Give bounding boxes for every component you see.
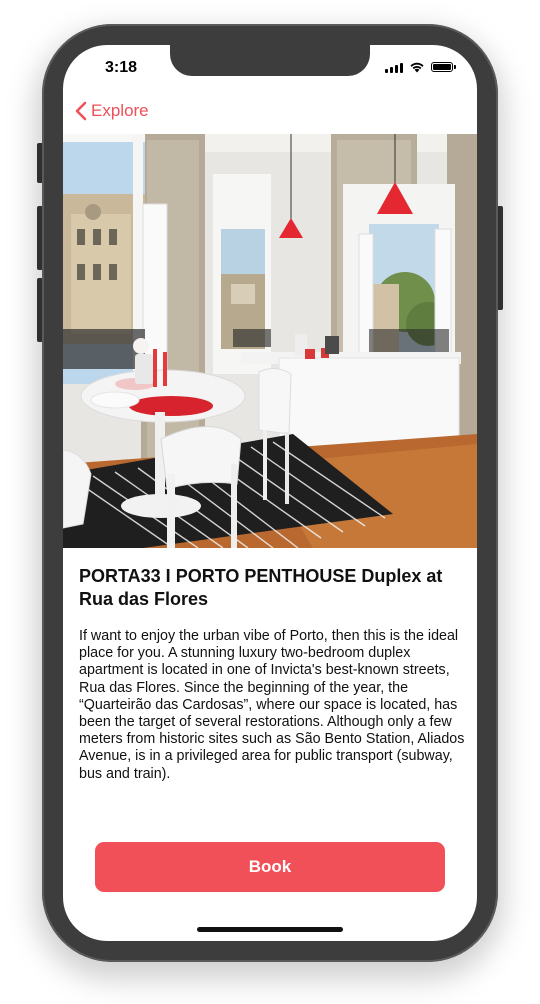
phone-screen: 3:18 Explore PORTA33 I PORTO PENTHOUSE D… xyxy=(63,45,477,941)
back-label: Explore xyxy=(91,101,149,120)
home-indicator[interactable] xyxy=(197,927,343,932)
wifi-icon xyxy=(410,62,424,73)
status-icons xyxy=(385,61,456,73)
book-button[interactable]: Book xyxy=(95,842,445,892)
listing-title: PORTA33 I PORTO PENTHOUSE Duplex at Rua … xyxy=(79,566,443,609)
chevron-left-icon xyxy=(75,101,87,121)
listing-description: If want to enjoy the urban vibe of Porto… xyxy=(79,628,465,782)
signal-icon xyxy=(385,62,403,73)
listing-photo xyxy=(63,134,477,548)
status-time: 3:18 xyxy=(105,59,138,76)
battery-icon xyxy=(431,62,456,72)
notch xyxy=(170,45,370,76)
back-button[interactable]: Explore xyxy=(75,101,149,121)
